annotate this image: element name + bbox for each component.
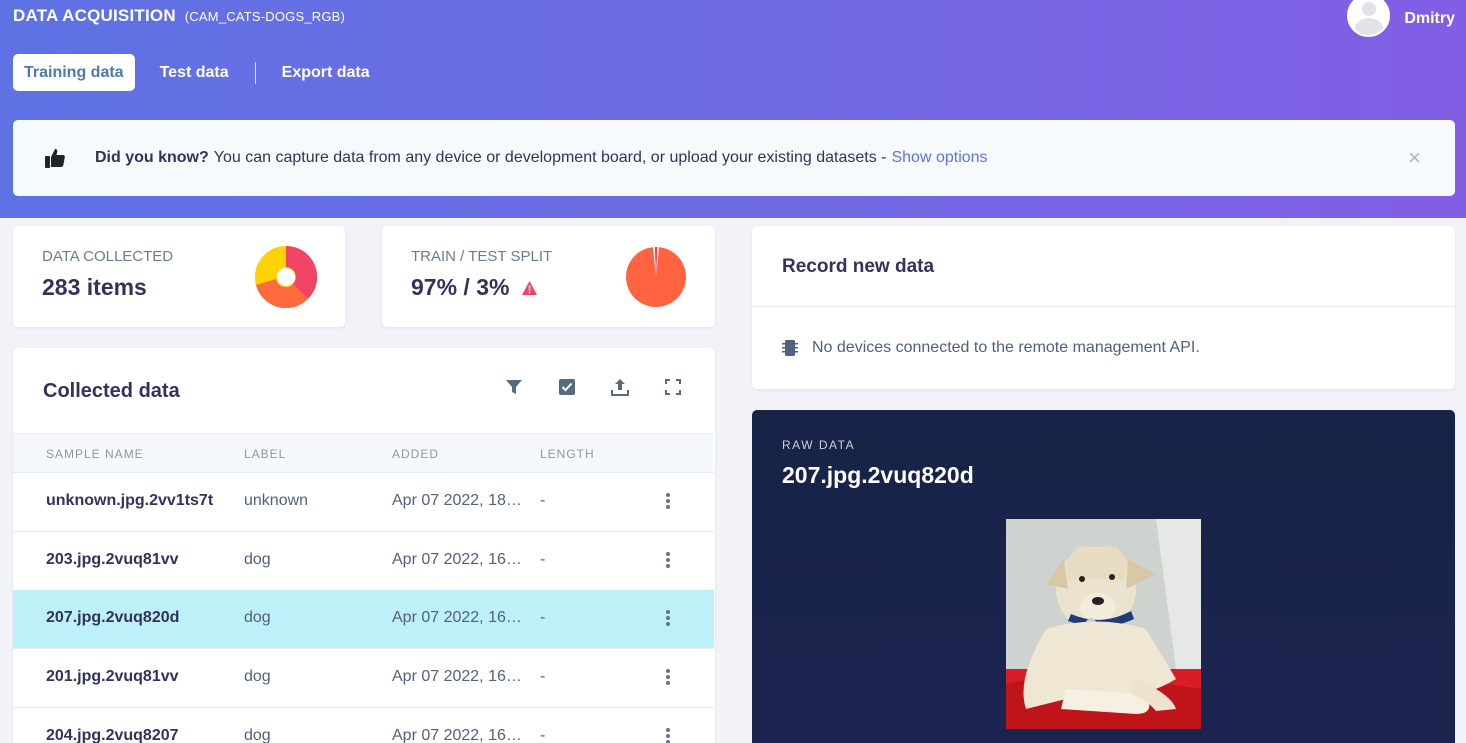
sample-length: - bbox=[540, 668, 546, 685]
more-options-icon[interactable] bbox=[665, 493, 671, 513]
tip-text: You can capture data from any device or … bbox=[213, 149, 887, 166]
sample-name: 203.jpg.2vuq81vv bbox=[46, 551, 179, 568]
sample-added: Apr 07 2022, 16:… bbox=[392, 668, 522, 685]
train-test-split-card: TRAIN / TEST SPLIT 97% / 3% bbox=[382, 226, 715, 327]
data-collected-label: DATA COLLECTED bbox=[42, 248, 174, 265]
no-devices-message: No devices connected to the remote manag… bbox=[782, 339, 1200, 357]
show-options-link[interactable]: Show options bbox=[891, 149, 987, 167]
user-menu[interactable]: Dmitry bbox=[1347, 0, 1455, 37]
sample-length: - bbox=[540, 609, 546, 626]
collected-data-panel: Collected data SAMPLE NAME LABEL ADDED L… bbox=[13, 348, 715, 743]
sample-length: - bbox=[540, 492, 546, 509]
tip-heading: Did you know? bbox=[95, 149, 209, 166]
tab-divider bbox=[254, 61, 256, 84]
table-row[interactable]: unknown.jpg.2vv1ts7t unknown Apr 07 2022… bbox=[13, 473, 714, 532]
record-new-data-title: Record new data bbox=[782, 256, 935, 277]
more-options-icon[interactable] bbox=[665, 552, 671, 572]
sample-label: dog bbox=[244, 551, 271, 568]
column-added[interactable]: ADDED bbox=[392, 447, 439, 461]
page-title: DATA ACQUISITION (CAM_CATS-DOGS_RGB) bbox=[13, 6, 345, 26]
sample-added: Apr 07 2022, 16:… bbox=[392, 551, 522, 568]
train-test-split-value: 97% / 3% bbox=[411, 274, 538, 301]
data-collected-count: 283 items bbox=[42, 274, 147, 300]
raw-data-filename: 207.jpg.2vuq820d bbox=[782, 462, 974, 488]
sample-added: Apr 07 2022, 16:… bbox=[392, 727, 522, 743]
fullscreen-icon[interactable] bbox=[664, 378, 682, 396]
column-sample-name[interactable]: SAMPLE NAME bbox=[46, 447, 144, 461]
table-row-selected[interactable]: 207.jpg.2vuq820d dog Apr 07 2022, 16:… - bbox=[13, 590, 714, 649]
upload-icon[interactable] bbox=[611, 378, 629, 396]
record-new-data-panel: Record new data No devices connected to … bbox=[752, 226, 1455, 389]
more-options-icon[interactable] bbox=[665, 610, 671, 630]
train-test-split-pie-chart bbox=[626, 246, 686, 307]
sample-image-dog bbox=[1006, 519, 1201, 729]
sample-length: - bbox=[540, 727, 546, 743]
sample-name: 204.jpg.2vuq8207 bbox=[46, 727, 179, 743]
table-header: SAMPLE NAME LABEL ADDED LENGTH bbox=[13, 433, 714, 473]
filter-icon[interactable] bbox=[505, 378, 523, 396]
column-label[interactable]: LABEL bbox=[244, 447, 286, 461]
collected-data-toolbar bbox=[505, 378, 682, 396]
more-options-icon[interactable] bbox=[665, 728, 671, 743]
tab-export-data[interactable]: Export data bbox=[271, 54, 381, 91]
device-chip-icon bbox=[782, 340, 798, 356]
tab-bar: Training data Test data Export data bbox=[13, 54, 381, 91]
data-collected-value: 283 items bbox=[42, 274, 147, 301]
sample-label: dog bbox=[244, 668, 271, 685]
sample-added: Apr 07 2022, 18:… bbox=[392, 492, 522, 509]
sample-length: - bbox=[540, 551, 546, 568]
tab-test-data[interactable]: Test data bbox=[149, 54, 240, 91]
raw-data-label: RAW DATA bbox=[782, 438, 856, 452]
table-row[interactable]: 201.jpg.2vuq81vv dog Apr 07 2022, 16:… - bbox=[13, 649, 714, 708]
project-name: (CAM_CATS-DOGS_RGB) bbox=[184, 9, 346, 24]
divider bbox=[752, 306, 1455, 307]
sample-label: dog bbox=[244, 727, 271, 743]
page-header: DATA ACQUISITION (CAM_CATS-DOGS_RGB) Dmi… bbox=[0, 0, 1466, 218]
sample-name: 201.jpg.2vuq81vv bbox=[46, 668, 179, 685]
data-collected-donut-chart bbox=[255, 246, 317, 308]
close-icon[interactable]: × bbox=[1408, 145, 1421, 171]
sample-label: dog bbox=[244, 609, 271, 626]
column-length[interactable]: LENGTH bbox=[540, 447, 595, 461]
train-test-split-percent: 97% / 3% bbox=[411, 274, 510, 300]
checkbox-icon[interactable] bbox=[558, 378, 576, 396]
avatar[interactable] bbox=[1347, 0, 1391, 37]
sample-added: Apr 07 2022, 16:… bbox=[392, 609, 522, 626]
tab-training-data[interactable]: Training data bbox=[13, 54, 135, 91]
user-name[interactable]: Dmitry bbox=[1404, 10, 1455, 28]
page-title-text: DATA ACQUISITION bbox=[13, 6, 176, 25]
sample-label: unknown bbox=[244, 492, 309, 509]
table-row[interactable]: 204.jpg.2vuq8207 dog Apr 07 2022, 16:… - bbox=[13, 708, 714, 743]
sample-name: unknown.jpg.2vv1ts7t bbox=[46, 492, 214, 509]
tip-banner: Did you know? You can capture data from … bbox=[13, 120, 1455, 196]
sample-name: 207.jpg.2vuq820d bbox=[46, 609, 180, 626]
collected-data-title: Collected data bbox=[43, 380, 180, 402]
table-row[interactable]: 203.jpg.2vuq81vv dog Apr 07 2022, 16:… - bbox=[13, 532, 714, 591]
thumbs-up-icon bbox=[45, 149, 65, 168]
warning-icon[interactable] bbox=[521, 280, 538, 296]
train-test-split-label: TRAIN / TEST SPLIT bbox=[411, 248, 553, 265]
more-options-icon[interactable] bbox=[665, 669, 671, 689]
no-devices-text: No devices connected to the remote manag… bbox=[812, 339, 1200, 356]
raw-data-panel: RAW DATA 207.jpg.2vuq820d bbox=[752, 410, 1455, 743]
data-collected-card: DATA COLLECTED 283 items bbox=[13, 226, 345, 327]
